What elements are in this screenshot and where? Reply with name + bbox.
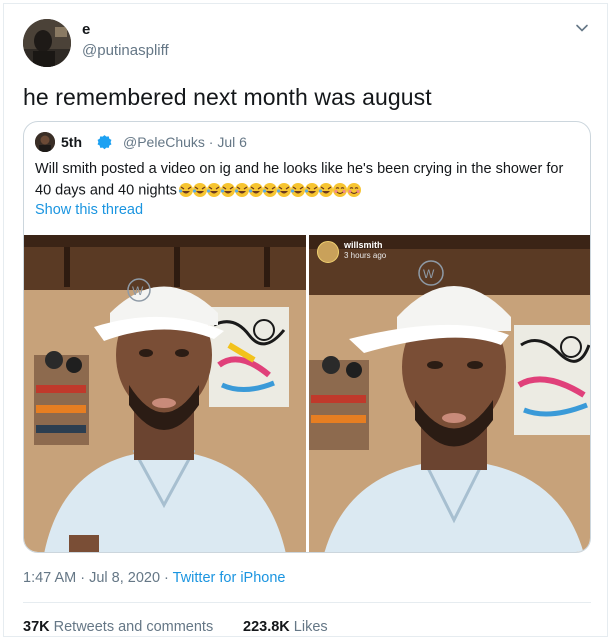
tweet-card: e @putinaspliff he remembered next month… <box>3 3 608 637</box>
user-handle[interactable]: @putinaspliff <box>82 42 169 59</box>
tweet-text: he remembered next month was august <box>23 84 432 110</box>
avatar[interactable] <box>23 19 71 67</box>
show-thread-link[interactable]: Show this thread <box>35 202 143 218</box>
quoted-tweet-text: Will smith posted a video on ig and he l… <box>35 159 580 201</box>
retweets-stat[interactable]: 37K Retweets and comments <box>23 619 213 635</box>
quoted-handle-date[interactable]: @PeleChuks · Jul 6 <box>123 134 247 150</box>
tweet-source-link[interactable]: Twitter for iPhone <box>173 570 286 586</box>
quoted-media[interactable]: W W willsmith 3 hours ago <box>24 235 590 552</box>
instagram-story-time: 3 hours ago <box>344 251 387 260</box>
media-image-left[interactable]: W <box>24 235 306 552</box>
instagram-story-user: willsmith <box>344 240 383 250</box>
display-name[interactable]: e <box>82 21 90 38</box>
divider <box>23 602 591 603</box>
instagram-story-avatar <box>317 241 339 263</box>
retweets-count: 37K <box>23 619 50 635</box>
media-image-right[interactable]: W willsmith 3 hours ago <box>309 235 590 552</box>
likes-stat[interactable]: 223.8K Likes <box>243 619 328 635</box>
verified-badge-icon <box>96 134 113 151</box>
svg-text:W: W <box>423 267 435 281</box>
smiling-face-emoji-icon <box>346 183 361 198</box>
quoted-tweet[interactable]: 5th @PeleChuks · Jul 6 Will smith posted… <box>23 121 591 553</box>
likes-label: Likes <box>289 619 328 635</box>
retweets-label: Retweets and comments <box>49 619 214 635</box>
quoted-avatar[interactable] <box>35 132 55 152</box>
quoted-display-name[interactable]: 5th <box>61 134 82 150</box>
tweet-timestamp[interactable]: 1:47 AM · Jul 8, 2020 · <box>23 570 173 586</box>
svg-text:W: W <box>132 284 144 298</box>
chevron-down-icon[interactable] <box>574 20 590 36</box>
likes-count: 223.8K <box>243 619 290 635</box>
laughing-emoji-icons <box>178 180 361 201</box>
tweet-meta: 1:47 AM · Jul 8, 2020 · Twitter for iPho… <box>23 570 285 586</box>
